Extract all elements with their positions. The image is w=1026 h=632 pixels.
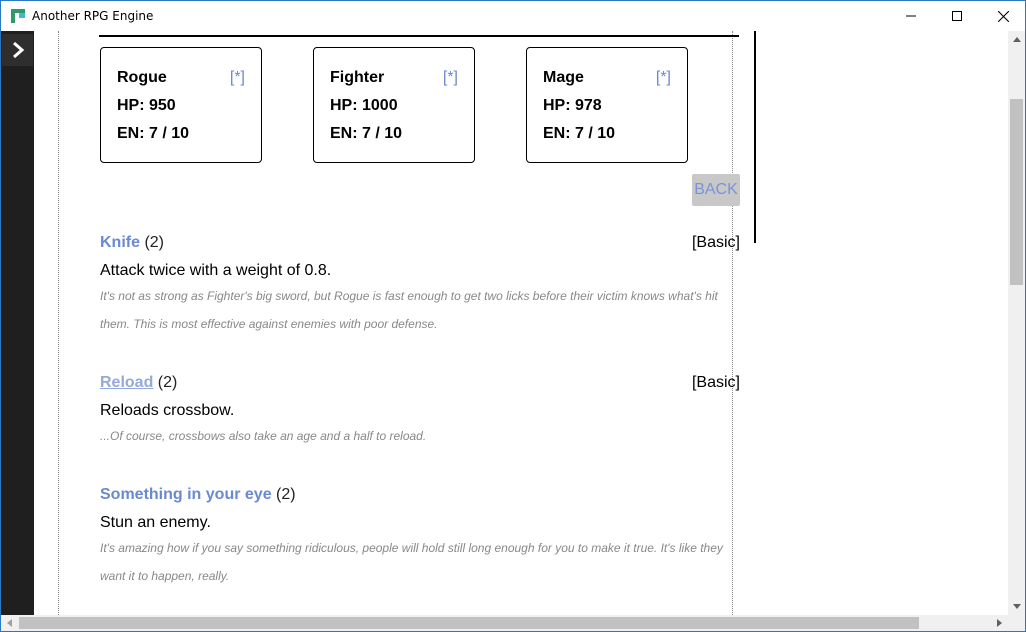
party-card-mage: Mage [*] HP: 978 EN: 7 / 10 [526, 47, 688, 163]
character-hp: HP: 950 [117, 97, 176, 114]
title-bar: Another RPG Engine [1, 1, 1025, 31]
minimize-icon [906, 15, 916, 17]
maximize-icon [952, 11, 962, 21]
skill-flavor-text: ...Of course, crossbows also take an age… [100, 429, 427, 443]
vertical-scrollbar[interactable] [1008, 31, 1025, 615]
minimize-button[interactable] [888, 1, 934, 31]
sidebar-toggle-button[interactable] [2, 34, 33, 66]
skill-entry: Something in your eye (2) Stun an enemy.… [100, 486, 740, 590]
side-panel-divider [754, 31, 756, 243]
character-en: EN: 7 / 10 [330, 125, 403, 142]
triangle-right-icon [997, 619, 1002, 627]
scrollbar-corner [1008, 615, 1025, 631]
skill-count: (2) [144, 234, 165, 251]
character-detail-link[interactable]: [*] [443, 69, 458, 87]
chevron-right-icon [12, 41, 24, 59]
scroll-down-arrow[interactable] [1008, 598, 1025, 615]
triangle-left-icon [7, 619, 12, 627]
skill-tag: [Basic] [691, 234, 740, 251]
character-name: Rogue [117, 69, 167, 86]
skill-entry: Knife (2) [Basic] Attack twice with a we… [100, 234, 740, 338]
triangle-up-icon [1012, 37, 1021, 42]
skill-tag: [Basic] [691, 374, 740, 391]
character-name: Fighter [330, 69, 385, 86]
scroll-up-arrow[interactable] [1008, 31, 1025, 48]
character-detail-link[interactable]: [*] [230, 69, 245, 87]
character-hp: HP: 978 [543, 97, 602, 114]
character-en: EN: 7 / 10 [543, 125, 616, 142]
vertical-scroll-thumb[interactable] [1010, 99, 1023, 285]
triangle-down-icon [1012, 604, 1021, 609]
skill-count: (2) [276, 486, 296, 503]
skill-name-link[interactable]: Knife [100, 234, 140, 251]
sidebar [1, 31, 34, 615]
party-card-rogue: Rogue [*] HP: 950 EN: 7 / 10 [100, 47, 262, 163]
window-title: Another RPG Engine [32, 9, 154, 23]
app-logo-icon [11, 9, 25, 23]
skill-description: Attack twice with a weight of 0.8. [100, 262, 332, 279]
skill-entry: Reload (2) [Basic] Reloads crossbow. ...… [100, 374, 740, 450]
skill-description: Reloads crossbow. [100, 402, 235, 419]
scroll-left-arrow[interactable] [1, 615, 18, 631]
character-detail-link[interactable]: [*] [656, 69, 671, 87]
skill-flavor-text: It's not as strong as Fighter's big swor… [100, 289, 718, 331]
skill-header: Something in your eye (2) [100, 486, 740, 508]
skill-name-link[interactable]: Reload [100, 374, 153, 391]
horizontal-scrollbar[interactable] [1, 615, 1008, 631]
scroll-right-arrow[interactable] [991, 615, 1008, 631]
skill-name-link[interactable]: Something in your eye [100, 486, 272, 503]
skill-header: Knife (2) [Basic] [100, 234, 740, 256]
horizontal-scroll-thumb[interactable] [19, 617, 919, 629]
close-button[interactable] [980, 1, 1025, 31]
skill-description: Stun an enemy. [100, 514, 211, 531]
main-column: Rogue [*] HP: 950 EN: 7 / 10 Fighter [*]… [58, 31, 740, 615]
skill-count: (2) [157, 374, 178, 391]
party-card-fighter: Fighter [*] HP: 1000 EN: 7 / 10 [313, 47, 475, 163]
close-icon [997, 10, 1009, 22]
maximize-button[interactable] [934, 1, 980, 31]
skill-flavor-text: It's amazing how if you say something ri… [100, 541, 723, 583]
skill-header: Reload (2) [Basic] [100, 374, 740, 396]
character-name: Mage [543, 69, 584, 86]
character-hp: HP: 1000 [330, 97, 398, 114]
back-button[interactable]: BACK [692, 174, 740, 206]
app-window: Another RPG Engine Rogue [*] HP: 950 EN:… [0, 0, 1026, 632]
divider [99, 35, 739, 37]
character-en: EN: 7 / 10 [117, 125, 190, 142]
content-area: Rogue [*] HP: 950 EN: 7 / 10 Fighter [*]… [34, 31, 1008, 615]
